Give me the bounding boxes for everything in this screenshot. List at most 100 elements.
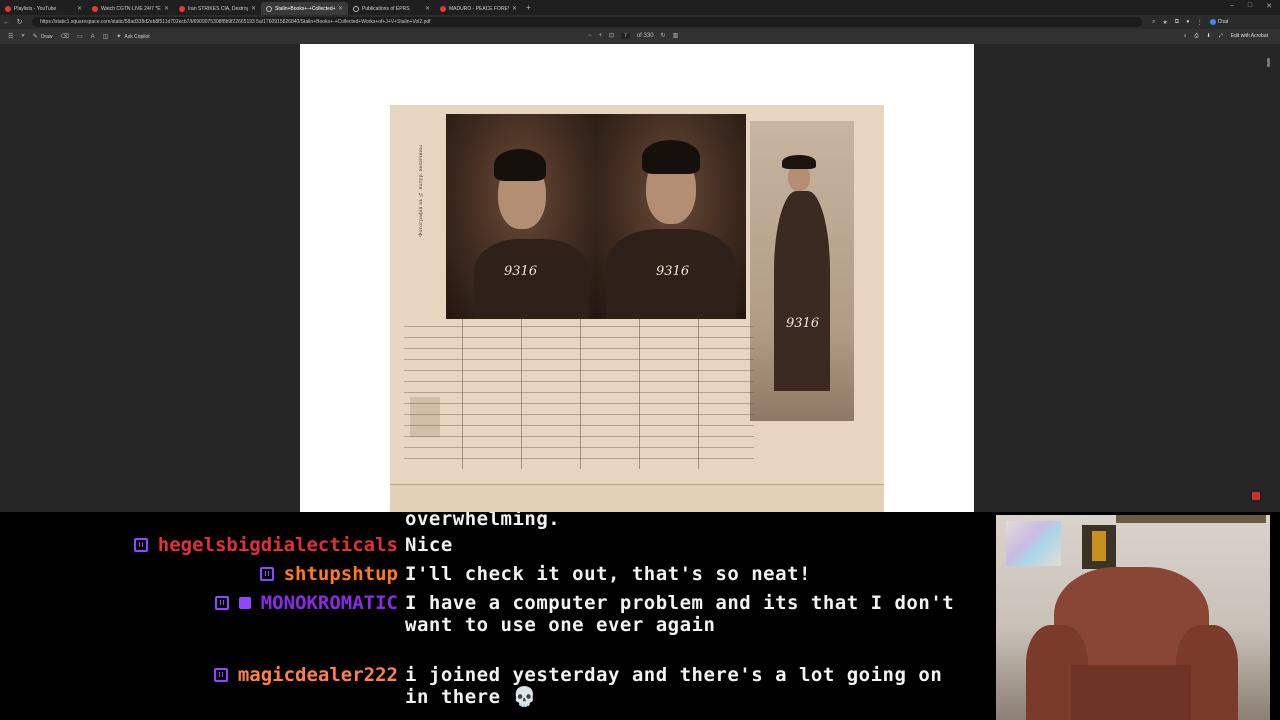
tab-eprs[interactable]: Publications of EPRS ✕ [348,2,435,15]
profile-icon[interactable]: ● [1186,19,1190,25]
fullscreen-icon[interactable]: ⤢ [1219,33,1223,39]
copilot-icon[interactable]: ✦ [116,33,121,40]
close-icon[interactable]: ✕ [338,5,343,12]
chat-text: I have a computer problem and its that I… [405,592,955,636]
chat-user: shtupshtup [259,563,398,585]
acrobat-icon[interactable] [1252,492,1260,500]
star-icon[interactable]: ★ [1162,19,1167,26]
youtube-icon [92,5,98,12]
youtube-icon [179,5,185,12]
page-view-icon[interactable]: ▭ [77,33,83,40]
tab-label: Playlists - YouTube [14,5,57,12]
back-icon[interactable]: ← [0,19,13,26]
pdf-icon [266,5,272,12]
tab-label: MADURO - PEACE FOREVER (OFF [449,5,509,12]
ask-copilot-button[interactable]: Ask Copilot [124,34,149,40]
chat-text: I'll check it out, that's so neat! [405,563,811,585]
card-number: 9316 [504,264,538,279]
tab-strip: Playlists - YouTube ✕ Watch CGTN LIVE 24… [0,0,1280,15]
erase-icon[interactable]: ⌫ [60,33,68,40]
chat-text: i joined yesterday and there's a lot goi… [405,664,943,708]
chat-user: MONOKROMATIC [214,592,398,614]
minimize-icon[interactable]: – [1230,2,1234,10]
card-footer-strip [390,484,884,512]
chat-username: hegelsbigdialecticals [157,534,398,556]
close-icon[interactable]: ✕ [512,5,517,12]
tab-maduro[interactable]: MADURO - PEACE FOREVER (OFF ✕ [435,2,522,15]
menu-icon[interactable]: ⋮ [1197,19,1203,26]
tab-label: Publications of EPRS [362,5,410,12]
extensions-icon[interactable]: ⧉ [1175,19,1179,26]
two-page-icon[interactable]: ▥ [673,32,679,39]
chat-text: overwhelming. [405,512,561,530]
card-number: 9316 [786,316,820,331]
rotate-icon[interactable]: ↻ [661,32,666,39]
zoom-in-icon[interactable]: + [599,33,603,39]
sidebar-toggle-icon[interactable]: ☰ [8,33,13,40]
chat-user: hegelsbigdialecticals [133,534,398,556]
page-total: of 330 [636,32,654,39]
full-length-photo: 9316 [750,121,854,421]
globe-icon [353,5,359,12]
close-icon[interactable]: ✕ [251,5,256,12]
youtube-icon [440,5,446,12]
close-icon[interactable]: ✕ [425,5,430,12]
print-icon[interactable]: ⎙ [1195,33,1199,39]
draw-label[interactable]: Draw [41,34,53,40]
chat-label: Chat [1217,19,1229,25]
twitch-badge-icon [213,668,228,682]
search-icon[interactable]: ⌕ [1184,33,1187,39]
scrollbar[interactable] [1267,58,1270,67]
chat-text: Nice [405,534,453,556]
tab-stalin-pdf[interactable]: Stalin+Books+-+Collected+Works ✕ [261,2,348,15]
window-controls: – □ ✕ [1230,2,1272,10]
youtube-icon [5,5,11,12]
filter-icon[interactable]: ⩔ [21,33,24,40]
chat-username: shtupshtup [283,563,398,585]
tab-label: Iran STRIKES CIA, Destroys SPAC [188,5,248,12]
close-icon[interactable]: ✕ [164,5,169,12]
text-icon[interactable]: A [91,34,95,40]
draw-icon[interactable]: ✎ [33,33,38,40]
stream-chat: overwhelming. hegelsbigdialecticals Nice… [0,512,990,720]
reload-icon[interactable]: ↻ [13,18,26,26]
maximize-icon[interactable]: □ [1248,2,1252,10]
armchair-seat [1071,665,1191,720]
poster-figure [1092,531,1106,561]
chat-button[interactable]: Chat [1209,19,1229,25]
close-window-icon[interactable]: ✕ [1266,2,1272,10]
zoom-icon[interactable]: ⌕ [1152,19,1155,26]
chat-user: magicdealer222 [213,664,398,686]
twitch-badge-icon [214,596,229,610]
shelf [1116,515,1266,523]
twitch-badge-icon [259,567,274,581]
fit-page-icon[interactable]: ⊡ [609,32,614,39]
close-icon[interactable]: ✕ [77,5,82,12]
pdf-toolbar: ☰ ⩔ ✎ Draw ⌫ ▭ A ◫ ✦ Ask Copilot − + ⊡ 7… [0,29,1280,44]
frontal-photo: 9316 [596,114,746,319]
page-number-input[interactable]: 7 [621,32,630,39]
read-aloud-icon[interactable]: ◫ [103,33,109,40]
acrobat-button[interactable]: Edit with Acrobat [1231,33,1268,39]
tab-playlists[interactable]: Playlists - YouTube ✕ [0,2,87,15]
tab-label: Stalin+Books+-+Collected+Works [275,5,335,12]
pdf-page: Фотографія въ ¾ натур. величины 9316 931… [300,44,974,512]
card-form-grid [404,319,754,469]
copilot-icon [1209,19,1216,25]
tab-iran[interactable]: Iran STRIKES CIA, Destroys SPAC ✕ [174,2,261,15]
zoom-out-icon[interactable]: − [588,33,592,39]
pdf-viewport[interactable]: Фотографія въ ¾ натур. величины 9316 931… [0,44,1280,512]
page-controls: − + ⊡ 7 of 330 ↻ ▥ [588,32,678,39]
tab-cgtn[interactable]: Watch CGTN LIVE 24/7 *EXTE ✕ [87,2,174,15]
save-icon[interactable]: ⬇ [1207,33,1211,39]
tab-label: Watch CGTN LIVE 24/7 *EXTE [101,5,161,12]
chat-username: MONOKROMATIC [260,592,398,614]
wall-lights [1006,521,1061,566]
url-field[interactable]: https://static1.squarespace.com/static/5… [32,17,1142,27]
subscriber-badge-icon [238,597,251,609]
webcam-feed [996,515,1270,720]
card-vertical-text: Фотографія въ ¾ натур. величины [418,145,424,237]
fingerprint-box [410,397,440,437]
new-tab-button[interactable]: + [526,3,531,12]
address-bar-icons: ⌕ ★ ⧉ ● ⋮ Chat [1152,19,1228,26]
